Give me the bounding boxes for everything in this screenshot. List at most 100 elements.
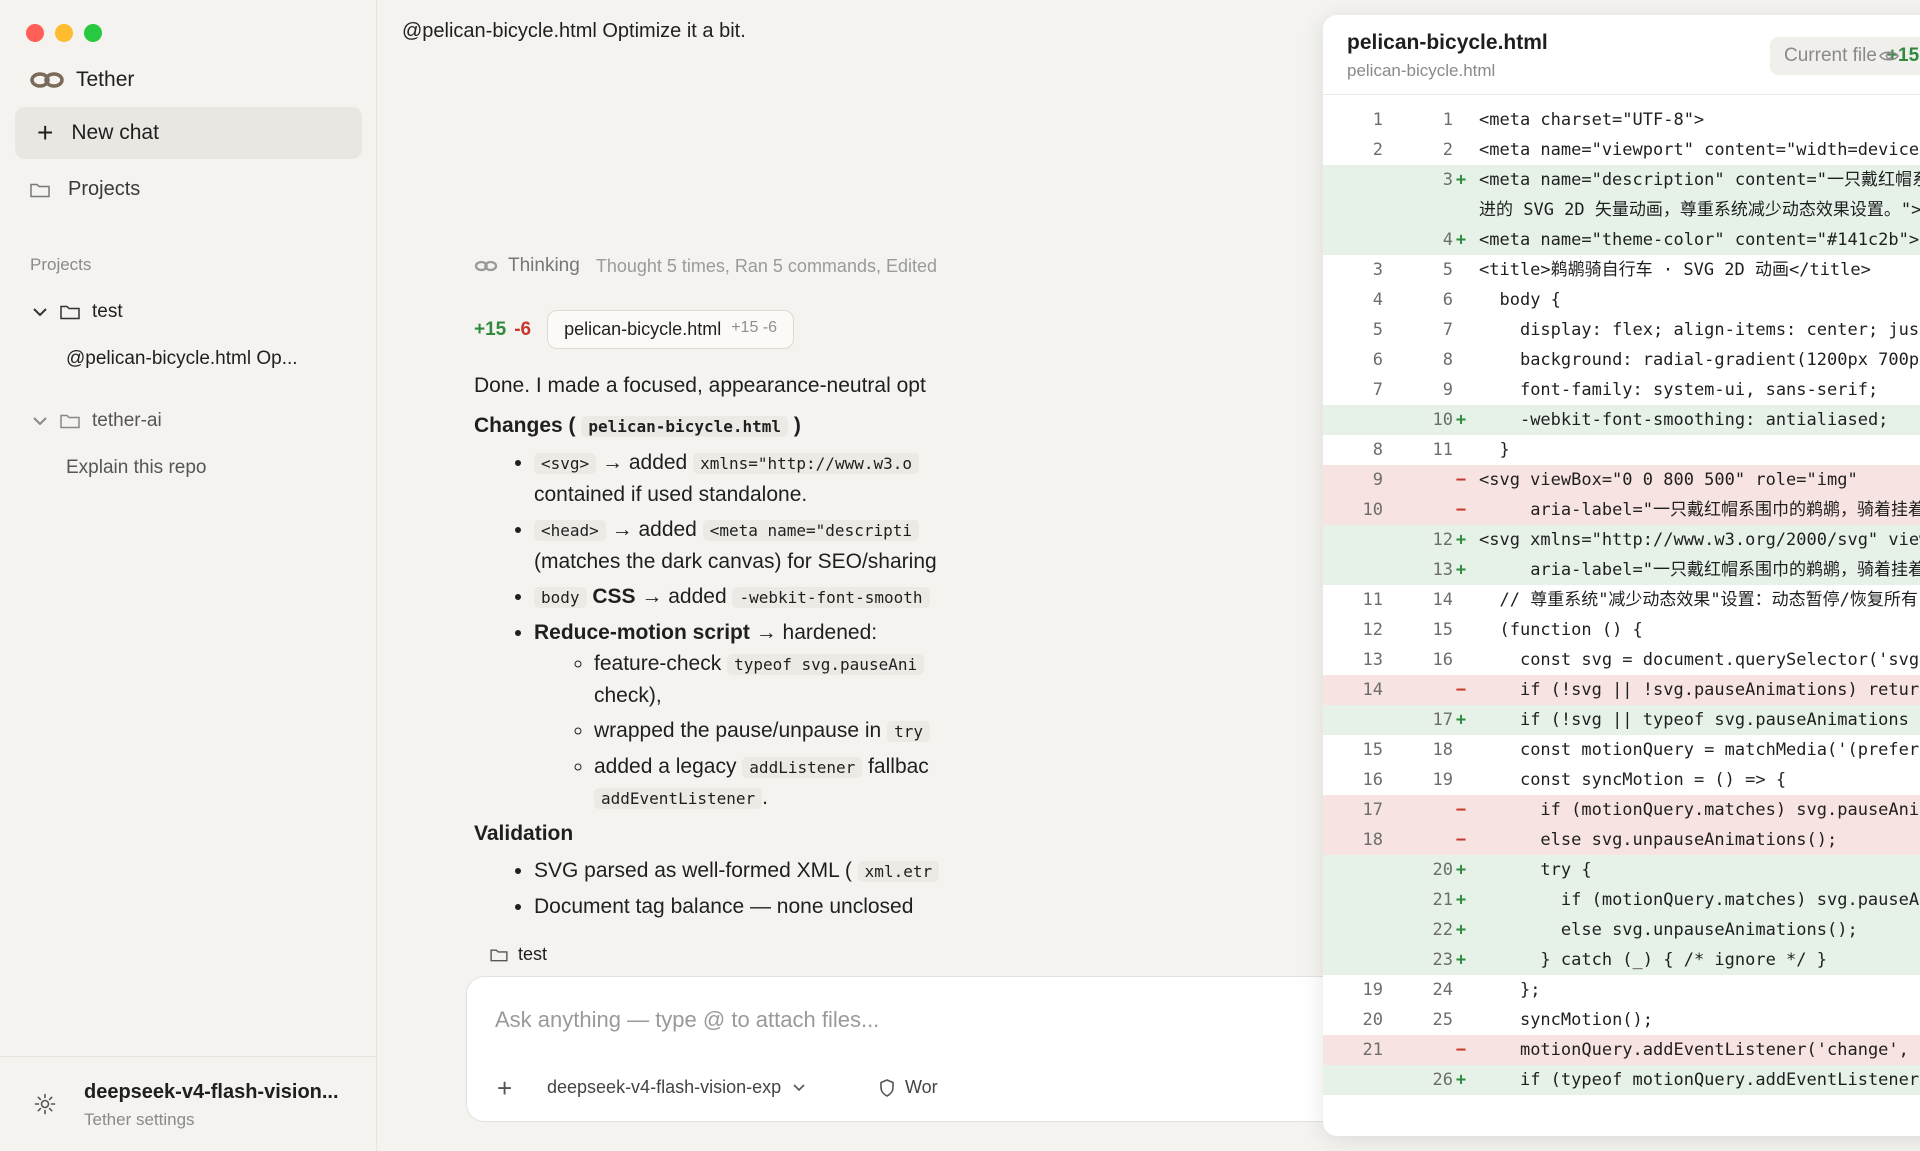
new-line-number: 18 <box>1432 740 1453 760</box>
diff-sign: + <box>1455 1070 1467 1090</box>
diff-line: 13+ aria-label="一只戴红帽系围巾的鹈鹕，骑着挂着鱼篓的红色自行车… <box>1323 555 1920 585</box>
new-line-number: 6 <box>1442 290 1453 310</box>
project-name: tether-ai <box>92 410 162 431</box>
diff-line: 1 1 <meta charset="UTF-8"> <box>1323 105 1920 135</box>
old-line-number: 16 <box>1362 770 1383 790</box>
diff-sign: − <box>1455 1040 1467 1060</box>
eye-icon[interactable] <box>1878 45 1900 67</box>
folder-icon <box>60 305 80 320</box>
new-chat-label: New chat <box>71 121 159 144</box>
new-line-number: 10 <box>1432 410 1453 430</box>
folder-icon <box>30 183 50 197</box>
old-line-number: 1 <box>1372 110 1383 130</box>
project-tether-ai[interactable]: tether-ai <box>32 410 162 432</box>
file-chip-name: pelican-bicycle.html <box>564 319 722 339</box>
diff-line: 20 25 syncMotion(); <box>1323 1005 1920 1035</box>
diff-line: 12 + <svg xmlns="http://www.w3.org/2000/sv… <box>1323 525 1920 555</box>
new-line-number: 20 <box>1432 860 1453 880</box>
validation-heading: Validation <box>474 821 574 845</box>
diff-line: 19 24 }; <box>1323 975 1920 1005</box>
new-line-number: 13 <box>1432 560 1453 580</box>
new-line-number: 7 <box>1442 320 1453 340</box>
new-line-number: 21 <box>1432 890 1453 910</box>
user-message: @pelican-bicycle.html Optimize it a bit. <box>402 20 746 42</box>
composer-project-tag[interactable]: test <box>490 944 547 965</box>
old-line-number: 9 <box>1372 470 1383 490</box>
composer: Ask anything — type @ to attach files...… <box>466 976 1466 1122</box>
old-line-number: 15 <box>1362 740 1383 760</box>
minimize-window-button[interactable] <box>55 24 73 42</box>
old-line-number: 19 <box>1362 980 1383 1000</box>
chat-item-explain[interactable]: Explain this repo <box>66 457 206 479</box>
diff-line: 8 11 } <box>1323 435 1920 465</box>
diff-line: 3 + <meta name="description" content="一只戴红… <box>1323 165 1920 225</box>
diff-sign: + <box>1455 410 1467 430</box>
new-line-number: 16 <box>1432 650 1453 670</box>
new-chat-button[interactable]: + New chat <box>15 107 362 159</box>
diff-line: 21 + if (motionQuery.matches) svg.pauseAn… <box>1323 885 1920 915</box>
diff-sign: − <box>1455 500 1467 520</box>
diff-line: 4 + <meta name="theme-color" content="#141… <box>1323 225 1920 255</box>
diff-line: 10 + -webkit-font-smoothing: antialiased; <box>1323 405 1920 435</box>
message-input[interactable]: Ask anything — type @ to attach files... <box>495 1007 879 1033</box>
diff-body: 1 1 <meta charset="UTF-8"> 2 2 <meta name="vi… <box>1323 105 1920 1095</box>
diff-line: 21 − motionQuery.addEventListener('change… <box>1323 1035 1920 1065</box>
diff-line: 3 5 <title>鹈鹕骑自行车 · SVG 2D 动画</title> <box>1323 255 1920 285</box>
diff-sign: + <box>1455 230 1467 250</box>
diff-line: 20 + try { <box>1323 855 1920 885</box>
thinking-toggle[interactable]: Thinking Thought 5 times, Ran 5 commands… <box>474 255 937 277</box>
diff-code: if (motionQuery.matches) svg.pauseAnimat… <box>1540 800 1920 820</box>
new-line-number: 14 <box>1432 590 1453 610</box>
project-test[interactable]: test <box>32 301 123 323</box>
mode-selector[interactable]: Wor <box>879 1077 938 1098</box>
diff-line: 9 − <svg viewBox="0 0 800 500" role="img" <box>1323 465 1920 495</box>
old-line-number: 5 <box>1372 320 1383 340</box>
diff-sign: + <box>1455 710 1467 730</box>
list-item: <svg> → added xmlns="http://www.w3.ocont… <box>534 447 1034 510</box>
diff-code: else svg.unpauseAnimations(); <box>1479 830 1838 850</box>
plus-icon: + <box>37 117 54 148</box>
changes-list: <svg> → added xmlns="http://www.w3.ocont… <box>474 447 1034 814</box>
old-line-number: 7 <box>1372 380 1383 400</box>
shield-icon <box>880 1078 894 1097</box>
old-line-number: 2 <box>1372 140 1383 160</box>
diff-code: motionQuery.addEventListener('change', s… <box>1519 1040 1920 1060</box>
new-line-number: 9 <box>1442 380 1453 400</box>
app-name: Tether <box>76 68 135 91</box>
diff-sign: − <box>1455 680 1467 700</box>
chat-main: @pelican-bicycle.html Optimize it a bit.… <box>378 0 1920 1151</box>
diff-panel-header: pelican-bicycle.html pelican-bicycle.htm… <box>1323 15 1920 95</box>
list-item: feature-check typeof svg.pauseAnicheck), <box>594 648 1034 711</box>
diff-panel: pelican-bicycle.html pelican-bicycle.htm… <box>1323 15 1920 1136</box>
diff-line: 14 − if (!svg || !svg.pauseAnimations) re… <box>1323 675 1920 705</box>
tether-logo-icon <box>30 72 64 88</box>
close-window-button[interactable] <box>26 24 44 42</box>
new-line-number: 24 <box>1432 980 1453 1000</box>
diff-line: 79 font-family: system-ui, sans-serif; <box>1323 375 1920 405</box>
model-selector[interactable]: deepseek-v4-flash-vision-exp <box>547 1077 805 1098</box>
zoom-window-button[interactable] <box>84 24 102 42</box>
current-file-label: Current file <box>1784 45 1877 66</box>
chat-item-pelican[interactable]: @pelican-bicycle.html Op... <box>66 348 298 370</box>
diff-panel-path: pelican-bicycle.html <box>1347 61 1496 80</box>
diff-sign: + <box>1455 560 1467 580</box>
gear-icon[interactable] <box>34 1093 56 1115</box>
nav-projects[interactable]: Projects <box>30 178 140 201</box>
projects-section-heading: Projects <box>30 255 92 274</box>
settings-link[interactable]: Tether settings <box>84 1110 195 1130</box>
attach-button[interactable]: + <box>497 1073 512 1104</box>
tether-logo-icon <box>474 260 498 272</box>
diff-line: 68 background: radial-gradient(1200px 70… <box>1323 345 1920 375</box>
diff-sign: + <box>1455 890 1467 910</box>
diff-sign: + <box>1455 860 1467 880</box>
sidebar-footer[interactable]: deepseek-v4-flash-vision... Tether setti… <box>0 1056 377 1151</box>
app-brand: Tether <box>30 68 134 92</box>
composer-project-name: test <box>518 944 548 964</box>
file-chip[interactable]: pelican-bicycle.html +15 -6 <box>547 310 795 349</box>
new-line-number: 23 <box>1432 950 1453 970</box>
validation-list: SVG parsed as well-formed XML ( xml.etr … <box>474 855 1034 922</box>
diff-code: <svg viewBox="0 0 800 500" role="img" <box>1479 470 1858 490</box>
folder-icon <box>60 414 80 429</box>
new-line-number: 8 <box>1442 350 1453 370</box>
new-line-number: 5 <box>1442 260 1453 280</box>
